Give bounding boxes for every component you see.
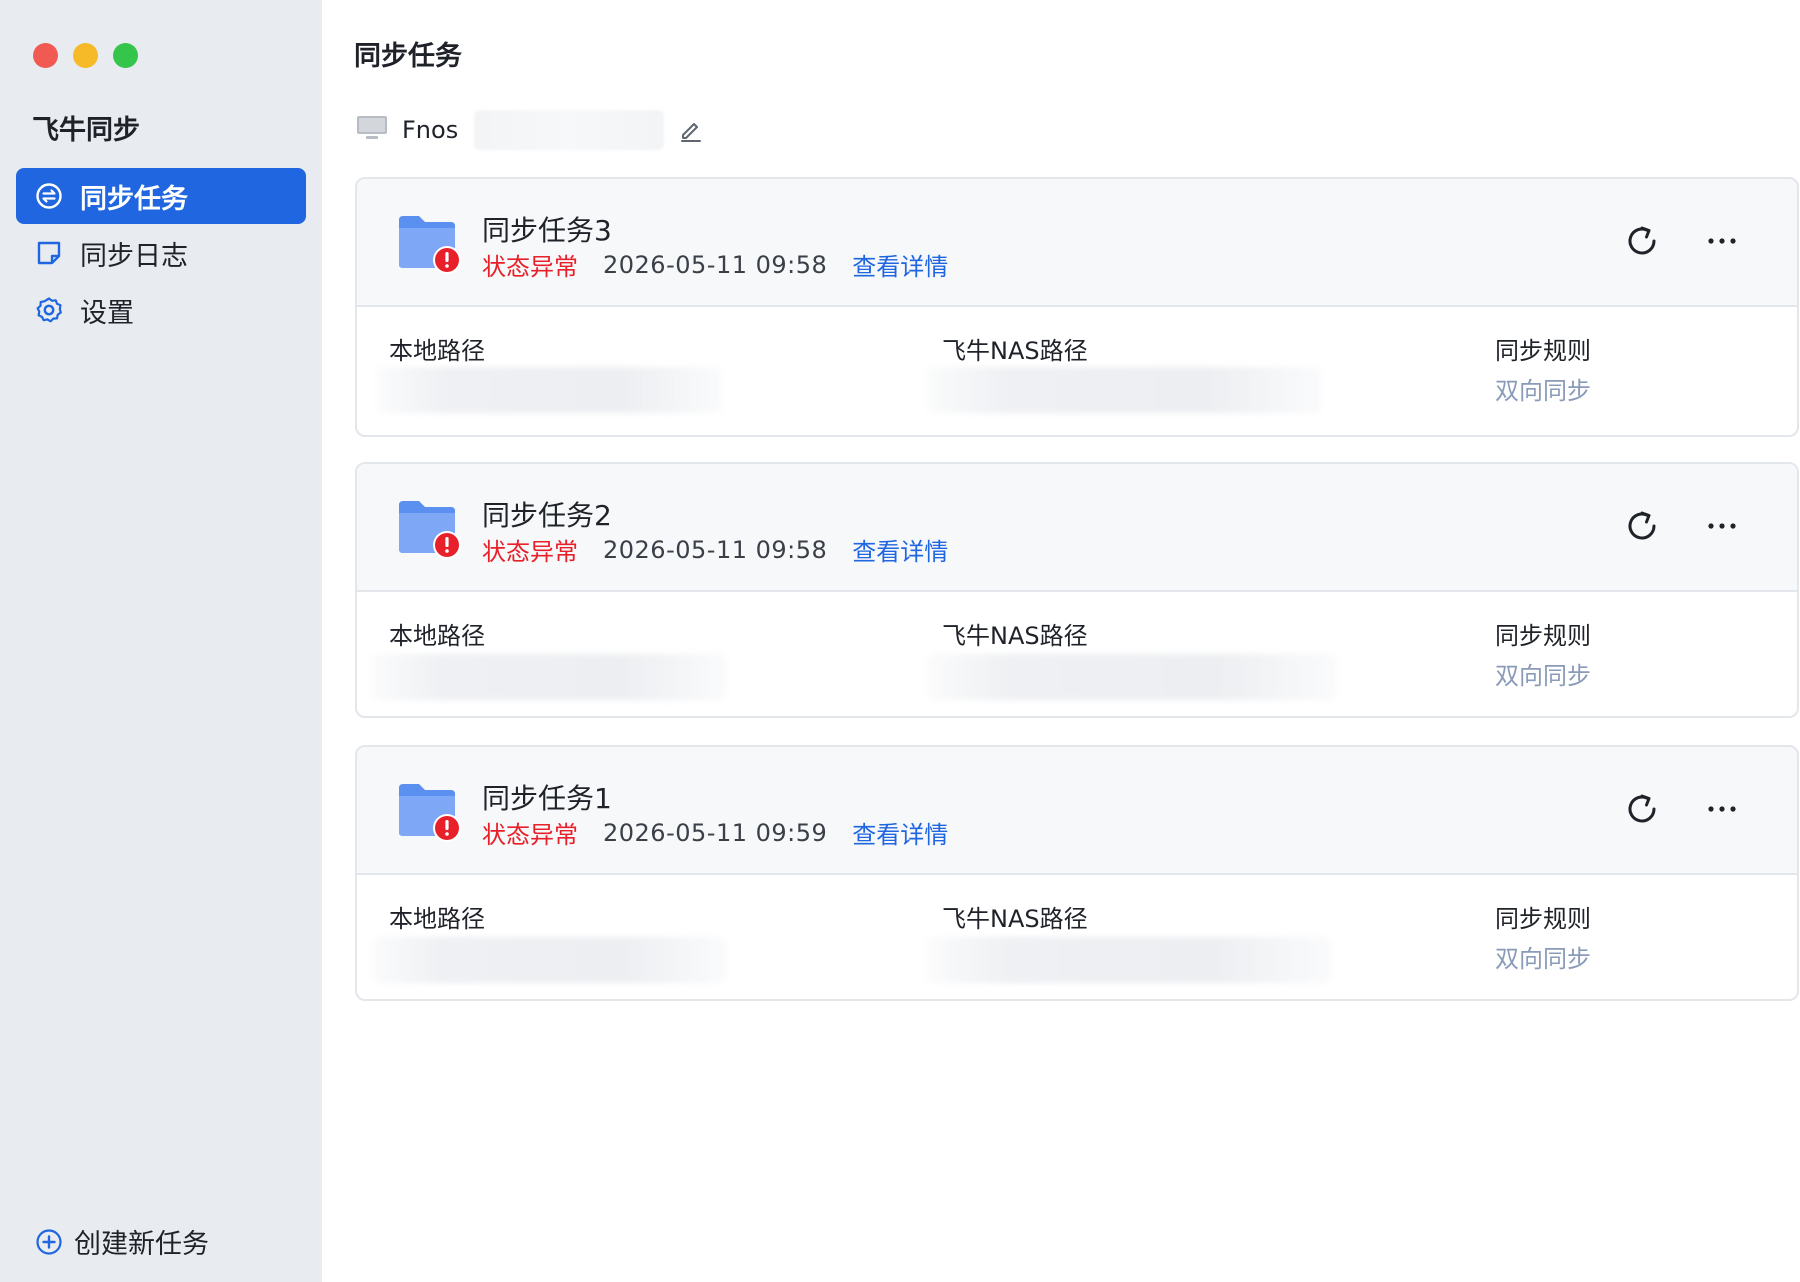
main-content: 同步任务 Fnos 同步任务3 状态异常 2026-05-11 09:58 查看… (322, 0, 1800, 1282)
nas-path-redacted (927, 654, 1337, 700)
sync-rule-value: 双向同步 (1495, 377, 1591, 405)
local-path-redacted (372, 654, 727, 700)
sidebar-item-settings[interactable]: 设置 (16, 282, 306, 338)
device-address-redacted (474, 110, 665, 150)
refresh-button[interactable] (1620, 504, 1664, 548)
status-time: 2026-05-11 09:59 (603, 818, 828, 847)
page-title: 同步任务 (354, 41, 462, 72)
refresh-button[interactable] (1620, 787, 1664, 831)
task-card-header: 同步任务2 状态异常 2026-05-11 09:58 查看详情 (357, 464, 1797, 592)
nas-path-label: 飞牛NAS路径 (942, 622, 1088, 650)
task-status-line: 状态异常 2026-05-11 09:59 查看详情 (482, 815, 948, 850)
status-badge: 状态异常 (482, 253, 578, 281)
nas-path-label: 飞牛NAS路径 (942, 905, 1088, 933)
sidebar-item-label: 同步任务 (80, 183, 188, 215)
folder-error-icon (397, 214, 463, 276)
window-controls (33, 43, 138, 68)
gear-icon (34, 295, 64, 325)
sync-rule-label: 同步规则 (1495, 905, 1591, 933)
sidebar-item-label: 同步日志 (80, 240, 188, 272)
view-details-link[interactable]: 查看详情 (852, 247, 948, 282)
refresh-button[interactable] (1620, 219, 1664, 263)
sync-rule-value: 双向同步 (1495, 662, 1591, 690)
sidebar: 飞牛同步 同步任务 同步日志 设置 创建新任务 (0, 0, 322, 1282)
view-details-link[interactable]: 查看详情 (852, 532, 948, 567)
more-icon (1708, 238, 1736, 244)
sidebar-nav: 同步任务 同步日志 设置 (16, 168, 306, 339)
maximize-window-button[interactable] (113, 43, 138, 68)
task-name: 同步任务2 (482, 499, 612, 532)
status-badge: 状态异常 (482, 821, 578, 849)
task-card-body: 本地路径 飞牛NAS路径 同步规则 双向同步 (357, 875, 1797, 999)
local-path-redacted (372, 937, 727, 983)
status-badge: 状态异常 (482, 538, 578, 566)
nas-path-redacted (927, 367, 1322, 413)
sync-rule-label: 同步规则 (1495, 622, 1591, 650)
create-task-button[interactable]: 创建新任务 (34, 1222, 209, 1261)
sidebar-item-sync-tasks[interactable]: 同步任务 (16, 168, 306, 224)
edit-icon[interactable] (678, 117, 704, 143)
device-row: Fnos (356, 109, 704, 151)
nas-path-redacted (927, 937, 1332, 983)
task-card: 同步任务1 状态异常 2026-05-11 09:59 查看详情 本地路径 飞牛… (355, 745, 1799, 1001)
more-options-button[interactable] (1697, 504, 1747, 548)
app-title: 飞牛同步 (32, 115, 140, 146)
minimize-window-button[interactable] (73, 43, 98, 68)
task-card-header: 同步任务3 状态异常 2026-05-11 09:58 查看详情 (357, 179, 1797, 307)
device-name: Fnos (402, 116, 459, 144)
log-icon (34, 238, 64, 268)
task-card-body: 本地路径 飞牛NAS路径 同步规则 双向同步 (357, 592, 1797, 716)
sidebar-item-sync-log[interactable]: 同步日志 (16, 225, 306, 281)
app-window: 飞牛同步 同步任务 同步日志 设置 创建新任务 同步任务 Fnos 同步任务3 … (0, 0, 1800, 1282)
folder-error-icon (397, 499, 463, 561)
more-icon (1708, 523, 1736, 529)
sidebar-item-label: 设置 (80, 297, 134, 329)
view-details-link[interactable]: 查看详情 (852, 815, 948, 850)
task-card-header: 同步任务1 状态异常 2026-05-11 09:59 查看详情 (357, 747, 1797, 875)
sync-rule-value: 双向同步 (1495, 945, 1591, 973)
task-name: 同步任务3 (482, 214, 612, 247)
local-path-redacted (377, 367, 722, 413)
close-window-button[interactable] (33, 43, 58, 68)
refresh-icon (1628, 511, 1656, 540)
status-time: 2026-05-11 09:58 (603, 250, 828, 279)
more-icon (1708, 806, 1736, 812)
task-status-line: 状态异常 2026-05-11 09:58 查看详情 (482, 532, 948, 567)
refresh-icon (1628, 226, 1656, 255)
sync-rule-label: 同步规则 (1495, 337, 1591, 365)
local-path-label: 本地路径 (389, 337, 485, 365)
task-status-line: 状态异常 2026-05-11 09:58 查看详情 (482, 247, 948, 282)
folder-error-icon (397, 782, 463, 844)
refresh-icon (1628, 794, 1656, 823)
more-options-button[interactable] (1697, 219, 1747, 263)
local-path-label: 本地路径 (389, 905, 485, 933)
local-path-label: 本地路径 (389, 622, 485, 650)
task-name: 同步任务1 (482, 782, 612, 815)
more-options-button[interactable] (1697, 787, 1747, 831)
task-card: 同步任务2 状态异常 2026-05-11 09:58 查看详情 本地路径 飞牛… (355, 462, 1799, 718)
task-card-body: 本地路径 飞牛NAS路径 同步规则 双向同步 (357, 307, 1797, 435)
create-task-label: 创建新任务 (74, 1229, 209, 1260)
monitor-icon (356, 115, 388, 145)
status-time: 2026-05-11 09:58 (603, 535, 828, 564)
nas-path-label: 飞牛NAS路径 (942, 337, 1088, 365)
plus-circle-icon (34, 1227, 64, 1257)
sync-task-icon (34, 181, 64, 211)
task-card: 同步任务3 状态异常 2026-05-11 09:58 查看详情 本地路径 飞牛… (355, 177, 1799, 437)
